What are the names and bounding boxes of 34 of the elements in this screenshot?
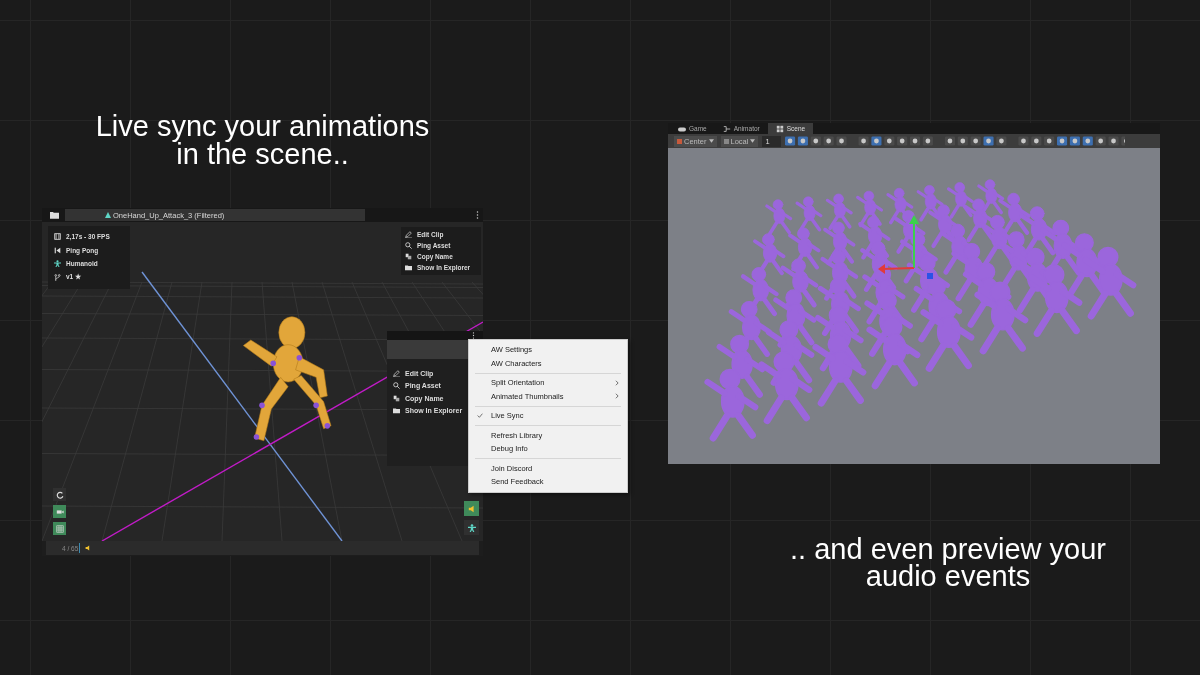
audio-toggle[interactable] bbox=[464, 501, 479, 516]
caption: .. and even preview your audio events bbox=[789, 536, 1107, 590]
folder-icon bbox=[405, 264, 412, 271]
edit-icon bbox=[393, 369, 400, 377]
animator-icon bbox=[722, 124, 731, 133]
headline: Live sync your animations in the scene.. bbox=[94, 112, 431, 168]
camera-toggle[interactable] bbox=[53, 505, 66, 518]
camera-icon bbox=[55, 507, 64, 516]
refresh-icon bbox=[55, 490, 64, 499]
more-icon[interactable] bbox=[476, 211, 479, 219]
scene-icon bbox=[775, 124, 784, 133]
more-icon[interactable] bbox=[472, 332, 475, 339]
copy-icon bbox=[405, 253, 412, 260]
caret-icon bbox=[708, 139, 714, 143]
caret-icon bbox=[750, 139, 756, 143]
folder-icon bbox=[50, 211, 59, 219]
audio-event-icon bbox=[85, 545, 92, 551]
speaker-icon bbox=[467, 504, 476, 513]
copy-icon bbox=[393, 394, 400, 402]
duration-icon bbox=[54, 233, 61, 241]
version-icon bbox=[54, 273, 61, 281]
loop-icon bbox=[54, 246, 61, 254]
edit-icon bbox=[405, 231, 412, 238]
ping-icon bbox=[393, 382, 400, 390]
grid-toggle[interactable] bbox=[53, 522, 66, 535]
figure-icon bbox=[467, 523, 476, 532]
grid-icon bbox=[55, 524, 64, 533]
humanoid-toggle[interactable] bbox=[464, 520, 479, 535]
rig-icon bbox=[54, 260, 61, 268]
folder-icon bbox=[393, 407, 400, 415]
refresh-toggle[interactable] bbox=[53, 488, 66, 501]
game-icon bbox=[678, 124, 686, 133]
clip-icon bbox=[105, 212, 111, 218]
ping-icon bbox=[405, 242, 412, 249]
